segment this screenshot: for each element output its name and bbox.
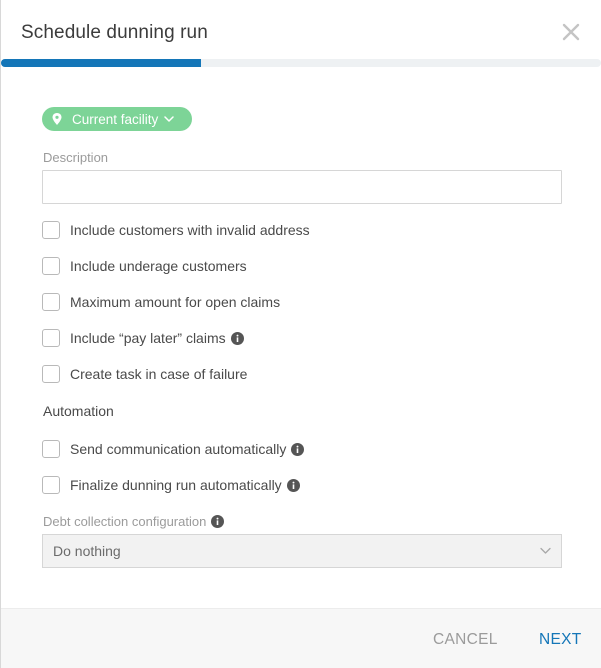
- dialog-header: Schedule dunning run: [1, 0, 601, 60]
- checkbox[interactable]: [42, 440, 60, 458]
- checkbox[interactable]: [42, 365, 60, 383]
- info-icon[interactable]: [211, 515, 225, 528]
- facility-selector-label: Current facility: [72, 111, 159, 127]
- option-send-communication[interactable]: Send communication automatically: [42, 440, 305, 458]
- checkbox[interactable]: [42, 329, 60, 347]
- debt-collection-select[interactable]: Do nothing: [42, 534, 562, 568]
- info-icon[interactable]: [291, 442, 305, 456]
- description-input[interactable]: [42, 170, 562, 204]
- dialog-footer: CANCEL NEXT: [1, 608, 601, 668]
- close-icon: [562, 23, 580, 41]
- wizard-progress-fill: [1, 59, 201, 67]
- debt-collection-label-row: Debt collection configuration: [43, 514, 225, 529]
- option-pay-later-claims[interactable]: Include “pay later” claims: [42, 329, 244, 347]
- option-label: Finalize dunning run automatically: [70, 477, 282, 493]
- location-pin-icon: [52, 113, 62, 125]
- debt-collection-selected-value: Do nothing: [53, 543, 121, 559]
- close-button[interactable]: [557, 18, 585, 46]
- facility-selector[interactable]: Current facility: [42, 107, 192, 131]
- info-icon[interactable]: [230, 331, 244, 345]
- checkbox[interactable]: [42, 293, 60, 311]
- option-label: Include underage customers: [70, 258, 247, 274]
- dialog-title: Schedule dunning run: [21, 22, 208, 43]
- chevron-down-icon: [540, 547, 551, 554]
- checkbox[interactable]: [42, 221, 60, 239]
- option-underage-customers[interactable]: Include underage customers: [42, 257, 247, 275]
- option-invalid-address[interactable]: Include customers with invalid address: [42, 221, 310, 239]
- wizard-progress-bar: [1, 59, 601, 67]
- cancel-button[interactable]: CANCEL: [433, 631, 498, 649]
- checkbox[interactable]: [42, 257, 60, 275]
- option-label: Create task in case of failure: [70, 366, 248, 382]
- automation-section-label: Automation: [43, 403, 114, 419]
- schedule-dunning-run-dialog: Schedule dunning run Current facility De…: [0, 0, 601, 668]
- option-label: Include “pay later” claims: [70, 330, 226, 346]
- description-label: Description: [43, 150, 109, 165]
- option-label: Maximum amount for open claims: [70, 294, 281, 310]
- option-finalize-dunning-run[interactable]: Finalize dunning run automatically: [42, 476, 300, 494]
- option-label: Send communication automatically: [70, 441, 287, 457]
- next-button[interactable]: NEXT: [539, 631, 582, 649]
- option-maximum-amount[interactable]: Maximum amount for open claims: [42, 293, 280, 311]
- checkbox[interactable]: [42, 476, 60, 494]
- option-create-task-on-failure[interactable]: Create task in case of failure: [42, 365, 247, 383]
- option-label: Include customers with invalid address: [70, 222, 310, 238]
- info-icon[interactable]: [286, 478, 300, 492]
- chevron-down-icon: [164, 116, 175, 122]
- debt-collection-label: Debt collection configuration: [43, 514, 207, 529]
